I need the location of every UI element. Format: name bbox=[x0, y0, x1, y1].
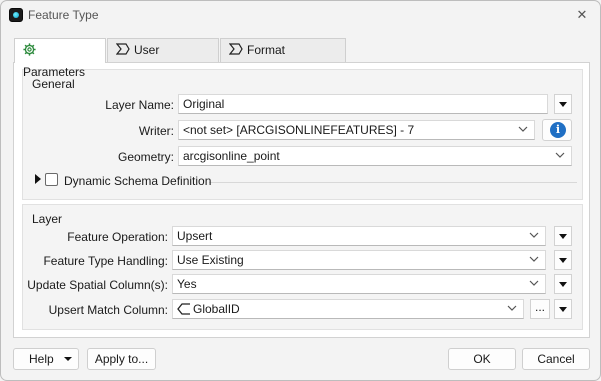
feature-operation-label: Feature Operation: bbox=[67, 230, 168, 244]
dynamic-schema-checkbox[interactable] bbox=[45, 173, 58, 186]
chevron-down-icon bbox=[507, 302, 517, 316]
cancel-button[interactable]: Cancel bbox=[522, 348, 590, 370]
layer-name-menu-button[interactable] bbox=[554, 94, 572, 114]
writer-label: Writer: bbox=[138, 124, 174, 138]
tab-user-attributes[interactable]: User Attributes bbox=[107, 38, 219, 79]
feature-type-handling-value: Use Existing bbox=[177, 253, 244, 267]
chevron-down-icon bbox=[518, 123, 528, 137]
dynamic-schema-label: Dynamic Schema Definition bbox=[64, 174, 212, 188]
feature-operation-menu-button[interactable] bbox=[554, 226, 572, 246]
chevron-down-icon bbox=[529, 253, 539, 267]
expand-arrow-icon[interactable] bbox=[35, 174, 41, 184]
feature-type-dialog: Feature Type ✕ Parameters User Attribute… bbox=[0, 0, 601, 381]
layer-title: Layer bbox=[32, 212, 63, 226]
feature-type-handling-select[interactable]: Use Existing bbox=[172, 250, 546, 270]
tab-format-attributes[interactable]: Format Attributes bbox=[220, 38, 346, 79]
gear-icon bbox=[23, 39, 37, 61]
feature-operation-value: Upsert bbox=[177, 229, 213, 243]
ok-button[interactable]: OK bbox=[448, 348, 516, 370]
update-spatial-menu-button[interactable] bbox=[554, 274, 572, 294]
chevron-down-icon bbox=[555, 149, 565, 163]
layer-name-label: Layer Name: bbox=[105, 98, 174, 112]
sigma-icon bbox=[228, 39, 243, 61]
geometry-value: arcgisonline_point bbox=[183, 149, 280, 163]
dropdown-arrow-icon bbox=[64, 357, 72, 361]
feature-type-handling-menu-button[interactable] bbox=[554, 250, 572, 270]
upsert-match-browse-button[interactable]: ... bbox=[530, 299, 550, 319]
writer-select[interactable]: <not set> [ARCGISONLINEFEATURES] - 7 bbox=[178, 120, 535, 140]
chevron-down-icon bbox=[529, 277, 539, 291]
close-button[interactable]: ✕ bbox=[572, 5, 592, 25]
chevron-down-icon bbox=[529, 229, 539, 243]
feature-operation-select[interactable]: Upsert bbox=[172, 226, 546, 246]
upsert-match-value: GlobalID bbox=[193, 302, 240, 316]
window-title: Feature Type bbox=[28, 8, 99, 22]
section-divider bbox=[209, 182, 577, 183]
tab-parameters-label: Parameters bbox=[23, 65, 86, 79]
layer-group: Layer Feature Operation: Upsert Feature … bbox=[22, 204, 583, 330]
apply-to-button[interactable]: Apply to... bbox=[87, 348, 156, 370]
layer-name-value: Original bbox=[183, 97, 225, 111]
attribute-tag-icon bbox=[177, 303, 193, 318]
writer-value: <not set> [ARCGISONLINEFEATURES] - 7 bbox=[183, 123, 415, 137]
upsert-match-label: Upsert Match Column: bbox=[48, 303, 168, 317]
app-logo-icon bbox=[9, 8, 23, 22]
update-spatial-select[interactable]: Yes bbox=[172, 274, 546, 294]
layer-name-input[interactable]: Original bbox=[178, 94, 548, 114]
update-spatial-label: Update Spatial Column(s): bbox=[27, 278, 168, 292]
parameters-panel: General Layer Name: Original Writer: <no… bbox=[13, 62, 590, 338]
geometry-select[interactable]: arcgisonline_point bbox=[178, 146, 572, 166]
help-button[interactable]: Help bbox=[13, 348, 79, 370]
help-label: Help bbox=[29, 352, 54, 366]
sigma-icon bbox=[115, 39, 130, 61]
tab-parameters[interactable]: Parameters bbox=[14, 38, 106, 79]
upsert-match-select[interactable]: GlobalID bbox=[172, 299, 524, 319]
title-bar: Feature Type ✕ bbox=[1, 1, 600, 29]
info-icon: i bbox=[550, 122, 566, 138]
upsert-match-menu-button[interactable] bbox=[554, 299, 572, 319]
feature-type-handling-label: Feature Type Handling: bbox=[43, 254, 168, 268]
update-spatial-value: Yes bbox=[177, 277, 197, 291]
geometry-label: Geometry: bbox=[117, 150, 174, 164]
info-button[interactable]: i bbox=[542, 119, 572, 141]
